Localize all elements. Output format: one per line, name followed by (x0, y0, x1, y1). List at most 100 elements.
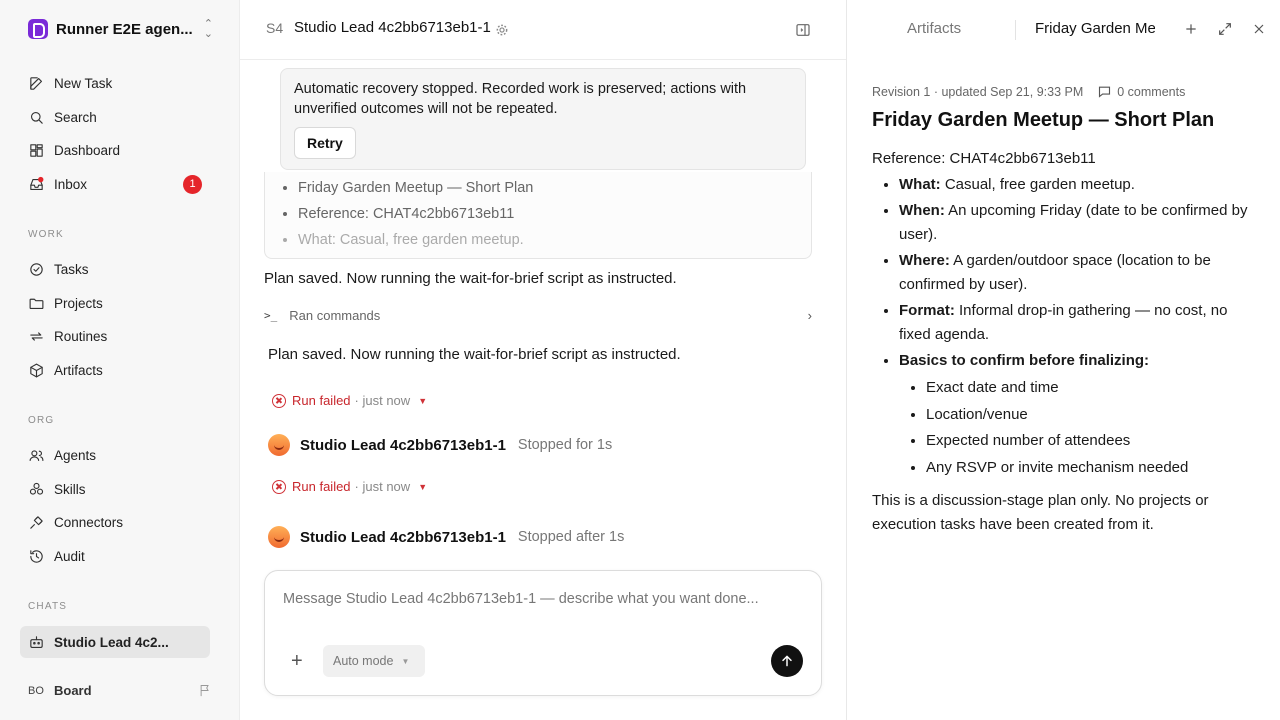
list-item: Reference: CHAT4c2bb6713eb11 (298, 201, 811, 227)
chat-main: S4 Studio Lead 4c2bb6713eb1-1 Friday Gar… (240, 0, 846, 720)
nav-label: Inbox (54, 176, 88, 192)
bullet-key: What: (899, 176, 941, 193)
flag-icon[interactable] (198, 683, 213, 698)
mode-select[interactable]: Auto mode ▼ (323, 645, 425, 677)
gear-icon[interactable] (495, 23, 509, 37)
document-footer-text: This is a discussion-stage plan only. No… (872, 491, 1209, 533)
chevron-down-icon: ▼ (418, 395, 428, 406)
list-item: What: Casual, free garden meetup. (298, 227, 811, 253)
list-item: When: An upcoming Friday (date to be con… (899, 199, 1256, 247)
section-heading-org: ORG (28, 415, 55, 426)
plus-icon[interactable] (1183, 21, 1199, 37)
nav-label: Agents (54, 447, 97, 463)
nav-label: Tasks (54, 261, 89, 277)
comment-icon (1099, 86, 1111, 98)
run-failed-status[interactable]: Run failed · just now ▼ (272, 479, 427, 494)
message-composer: + Auto mode ▼ (264, 570, 822, 696)
nav-artifacts[interactable]: Artifacts (20, 355, 210, 385)
inbox-count-badge: 1 (183, 174, 202, 194)
recovery-notice: Automatic recovery stopped. Recorded wor… (280, 68, 806, 170)
board-user[interactable]: BO Board (28, 683, 213, 698)
nav-label: Dashboard (54, 142, 121, 158)
list-item: Basics to confirm before finalizing: Exa… (899, 349, 1256, 480)
run-failed-status[interactable]: Run failed · just now ▼ (272, 393, 427, 408)
chevron-up-down-icon: ⌃ ⌄ (203, 18, 213, 40)
edit-icon (30, 76, 43, 90)
bullet-key: When: (899, 202, 945, 219)
ran-commands-row[interactable]: >_ Ran commands › (264, 304, 812, 326)
sub-bullet-list: Exact date and time Location/venue Expec… (899, 376, 1256, 480)
section-heading-work: WORK (28, 229, 64, 240)
expand-icon[interactable] (1217, 21, 1233, 37)
nav-audit[interactable]: Audit (20, 541, 210, 571)
message-input[interactable] (283, 591, 793, 615)
history-icon (30, 549, 43, 563)
panel-toggle-icon[interactable] (795, 22, 811, 38)
workspace-switcher[interactable]: Runner E2E agen... ⌃ ⌄ (28, 18, 213, 40)
error-circle-icon (272, 393, 286, 408)
nav-new-task[interactable]: New Task (20, 68, 210, 98)
tab-artifacts[interactable]: Artifacts (907, 20, 961, 37)
chat-header: S4 Studio Lead 4c2bb6713eb1-1 (240, 0, 846, 60)
document-title: Friday Garden Meetup — Short Plan (872, 109, 1215, 131)
assistant-message: Plan saved. Now running the wait-for-bri… (264, 270, 677, 287)
timestamp: · just now (354, 479, 411, 494)
list-item: Format: Informal drop-in gathering — no … (899, 299, 1256, 347)
inbox-icon (30, 176, 44, 190)
chat-prefix: S4 (266, 20, 284, 36)
folder-icon (29, 298, 44, 309)
chat-item-studio-lead[interactable]: Studio Lead 4c2... (20, 626, 210, 658)
list-item: Any RSVP or invite mechanism needed (926, 456, 1256, 480)
artifact-panel: Artifacts Friday Garden Meetup — Short P… (846, 0, 1280, 720)
revision-info: Revision 1 · updated Sep 21, 9:33 PM (872, 84, 1084, 99)
bullet-text: An upcoming Friday (date to be confirmed… (899, 202, 1248, 243)
nav-label: Search (54, 109, 97, 125)
workspace-name: Runner E2E agen... (56, 20, 193, 38)
nav-label: Artifacts (54, 362, 103, 378)
list-item: Friday Garden Meetup — Short Plan (298, 175, 811, 201)
agent-name: Studio Lead 4c2bb6713eb1-1 (300, 528, 506, 546)
sidebar: Runner E2E agen... ⌃ ⌄ New Task Search Da… (0, 0, 240, 720)
chevron-right-icon: › (807, 307, 812, 323)
retry-button[interactable]: Retry (294, 127, 356, 159)
nav-label: Projects (54, 295, 103, 311)
bullet-text: Casual, free garden meetup. (940, 176, 1135, 193)
nav-skills[interactable]: Skills (20, 474, 210, 504)
document-reference: Reference: CHAT4c2bb6713eb11 (872, 150, 1096, 167)
page-title: Studio Lead 4c2bb6713eb1-1 (294, 19, 491, 36)
timestamp: · just now (354, 393, 411, 408)
send-button[interactable] (771, 645, 803, 677)
run-failed-label: Run failed (292, 479, 351, 494)
recovery-message: Automatic recovery stopped. Recorded wor… (294, 81, 747, 117)
nav-search[interactable]: Search (20, 102, 210, 132)
agent-name: Studio Lead 4c2bb6713eb1-1 (300, 436, 506, 454)
tab-document[interactable]: Friday Garden Meetup — Short Plan (1035, 20, 1155, 37)
mode-label: Auto mode (333, 654, 394, 668)
close-icon[interactable] (1251, 21, 1267, 37)
skills-icon (29, 482, 44, 495)
users-icon (29, 449, 44, 461)
avatar: BO (28, 684, 44, 697)
cube-icon (30, 363, 43, 377)
nav-label: Connectors (54, 514, 124, 530)
nav-projects[interactable]: Projects (20, 288, 210, 318)
list-item: What: Casual, free garden meetup. (899, 173, 1256, 197)
nav-label: Audit (54, 548, 85, 564)
workspace-logo-icon (28, 19, 48, 39)
nav-routines[interactable]: Routines (20, 321, 210, 351)
panel-tabs: Artifacts Friday Garden Meetup — Short P… (847, 0, 1280, 60)
nav-agents[interactable]: Agents (20, 440, 210, 470)
nav-inbox[interactable]: Inbox 1 (20, 169, 210, 199)
agent-status-row: Studio Lead 4c2bb6713eb1-1 Stopped for 1… (268, 434, 612, 456)
nav-connectors[interactable]: Connectors (20, 507, 210, 537)
nav-dashboard[interactable]: Dashboard (20, 135, 210, 165)
artifact-preview-card[interactable]: Friday Garden Meetup — Short Plan Refere… (264, 172, 812, 259)
comments-count: 0 comments (1117, 84, 1186, 99)
nav-tasks[interactable]: Tasks (20, 254, 210, 284)
plug-icon (30, 515, 43, 529)
comments-link[interactable]: 0 comments (1097, 84, 1185, 99)
add-attachment-button[interactable]: + (291, 651, 303, 671)
error-circle-icon (272, 479, 286, 494)
bullet-key: Where: (899, 252, 950, 269)
nav-label: Routines (54, 328, 108, 344)
